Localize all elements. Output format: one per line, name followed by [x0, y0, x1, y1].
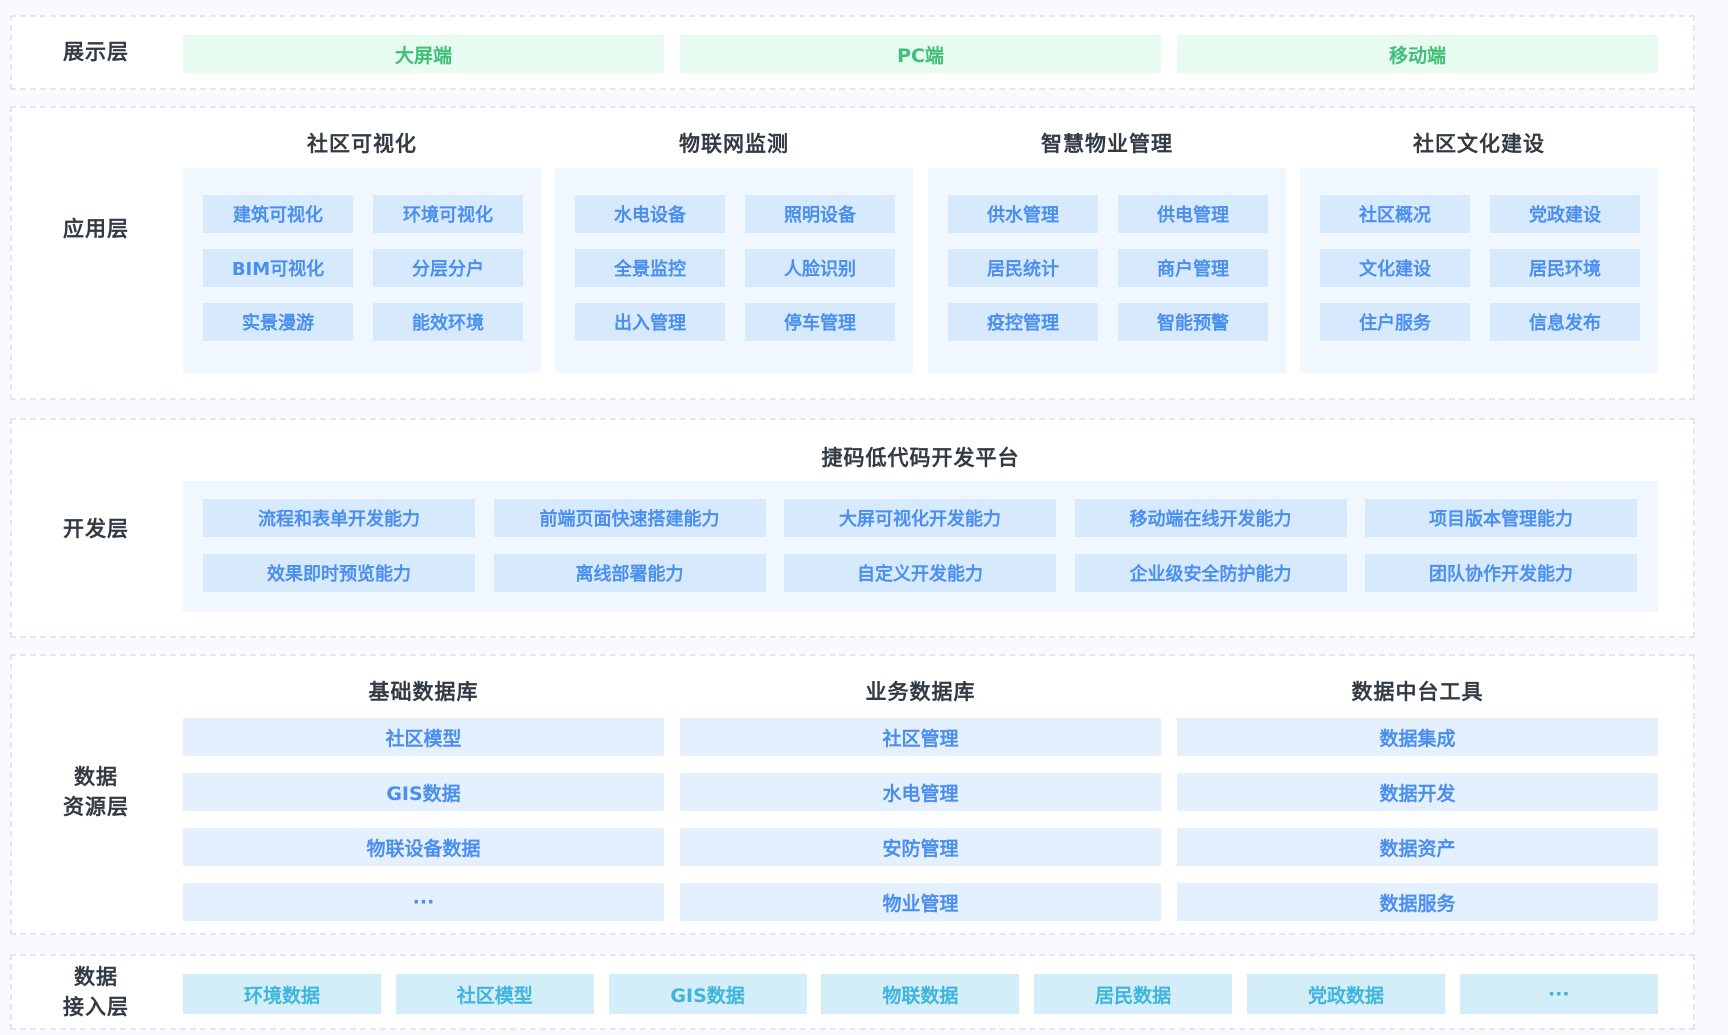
application-layer: 应用层 社区可视化建筑可视化 环境可视化 BIM可视化 分层分户 实景漫游 能效环境 物联网…: [10, 106, 1695, 400]
application-item: 文化建设: [1320, 249, 1470, 287]
application-item: 全景监控: [575, 249, 725, 287]
display-item-big-screen: 大屏端: [183, 35, 664, 73]
development-capability: 移动端在线开发能力: [1074, 499, 1347, 537]
data-resource-item: ···: [183, 883, 664, 921]
data-access-item: 社区模型: [395, 974, 594, 1014]
development-capability: 离线部署能力: [493, 554, 766, 592]
application-item: 分层分户: [373, 249, 523, 287]
data-resource-item: 水电管理: [680, 773, 1161, 811]
application-group-box: 水电设备 照明设备 全景监控 人脸识别 出入管理 停车管理: [555, 168, 913, 373]
data-resource-item: 物业管理: [680, 883, 1161, 921]
application-group-title: 智慧物业管理: [1041, 132, 1173, 156]
display-item-pc: PC端: [680, 35, 1161, 73]
data-resource-item: 社区管理: [680, 718, 1161, 756]
application-group-box: 供水管理 供电管理 居民统计 商户管理 疫控管理 智能预警: [928, 168, 1286, 373]
application-item: 出入管理: [575, 303, 725, 341]
data-access-item: 物联数据: [821, 974, 1020, 1014]
application-item: 能效环境: [373, 303, 523, 341]
application-layer-label: 应用层: [63, 217, 129, 241]
development-platform-title: 捷码低代码开发平台: [821, 446, 1020, 470]
application-item: 商户管理: [1118, 249, 1268, 287]
development-capability-box: 流程和表单开发能力 前端页面快速搭建能力 大屏可视化开发能力 移动端在线开发能力 项目版…: [183, 481, 1658, 612]
data-resource-item: 安防管理: [680, 828, 1161, 866]
application-item: 社区概况: [1320, 195, 1470, 233]
application-item: BIM可视化: [203, 249, 353, 287]
data-access-item: 居民数据: [1034, 974, 1233, 1014]
application-item: 居民统计: [948, 249, 1098, 287]
data-resource-item: 数据资产: [1177, 828, 1658, 866]
data-resource-layer-label: 数据 资源层: [48, 762, 144, 822]
application-item: 水电设备: [575, 195, 725, 233]
development-layer-label: 开发层: [63, 517, 129, 541]
application-group-title: 物联网监测: [679, 132, 789, 156]
data-access-item: GIS数据: [608, 974, 807, 1014]
display-item-mobile: 移动端: [1177, 35, 1658, 73]
application-item: 停车管理: [745, 303, 895, 341]
data-resource-column-title: 业务数据库: [865, 680, 976, 704]
data-resource-item: 数据集成: [1177, 718, 1658, 756]
application-group-box: 建筑可视化 环境可视化 BIM可视化 分层分户 实景漫游 能效环境: [183, 168, 541, 373]
data-resource-item: 社区模型: [183, 718, 664, 756]
data-access-item: ···: [1459, 974, 1658, 1014]
development-capability: 项目版本管理能力: [1365, 499, 1637, 537]
application-item: 照明设备: [745, 195, 895, 233]
application-item: 住户服务: [1320, 303, 1470, 341]
application-item: 供电管理: [1118, 195, 1268, 233]
development-capability: 团队协作开发能力: [1365, 554, 1637, 592]
development-capability: 流程和表单开发能力: [203, 499, 475, 537]
development-layer: 开发层 捷码低代码开发平台 流程和表单开发能力 前端页面快速搭建能力 大屏可视化开发…: [10, 418, 1695, 638]
data-resource-item: 物联设备数据: [183, 828, 664, 866]
application-item: 供水管理: [948, 195, 1098, 233]
application-item: 实景漫游: [203, 303, 353, 341]
application-item: 居民环境: [1490, 249, 1640, 287]
application-item: 信息发布: [1490, 303, 1640, 341]
application-item: 党政建设: [1490, 195, 1640, 233]
application-group-box: 社区概况 党政建设 文化建设 居民环境 住户服务 信息发布: [1300, 168, 1658, 373]
development-capability: 企业级安全防护能力: [1074, 554, 1347, 592]
data-access-item: 党政数据: [1247, 974, 1445, 1014]
development-capability: 大屏可视化开发能力: [784, 499, 1056, 537]
development-capability: 前端页面快速搭建能力: [493, 499, 766, 537]
data-access-label-line2: 接入层: [63, 995, 129, 1019]
data-resource-layer: 数据 资源层 基础数据库社区模型 GIS数据物联设备数据 ··· 业务数据库社区管理水…: [10, 654, 1695, 935]
data-resource-item: 数据开发: [1177, 773, 1658, 811]
development-capability: 效果即时预览能力: [203, 554, 475, 592]
application-item: 环境可视化: [373, 195, 523, 233]
application-item: 建筑可视化: [203, 195, 353, 233]
application-group-title: 社区文化建设: [1413, 132, 1545, 156]
data-access-label-line1: 数据: [74, 965, 118, 989]
data-resource-label-line2: 资源层: [63, 795, 129, 819]
display-layer: 展示层 大屏端 PC端 移动端: [10, 15, 1695, 90]
application-item: 疫控管理: [948, 303, 1098, 341]
development-capability: 自定义开发能力: [784, 554, 1056, 592]
data-resource-item: 数据服务: [1177, 883, 1658, 921]
data-access-item: 环境数据: [183, 974, 381, 1014]
application-item: 人脸识别: [745, 249, 895, 287]
data-resource-column-title: 数据中台工具: [1351, 680, 1484, 704]
data-resource-label-line1: 数据: [74, 765, 118, 789]
data-access-layer-label: 数据 接入层: [48, 962, 144, 1022]
application-item: 智能预警: [1118, 303, 1268, 341]
data-access-layer: 数据 接入层 环境数据 社区模型 GIS数据 物联数据 居民数据 党政数据 ···: [10, 954, 1695, 1030]
application-group-title: 社区可视化: [307, 132, 417, 156]
data-resource-item: GIS数据: [183, 773, 664, 811]
display-layer-label: 展示层: [63, 40, 129, 64]
data-resource-column-title: 基础数据库: [368, 680, 479, 704]
